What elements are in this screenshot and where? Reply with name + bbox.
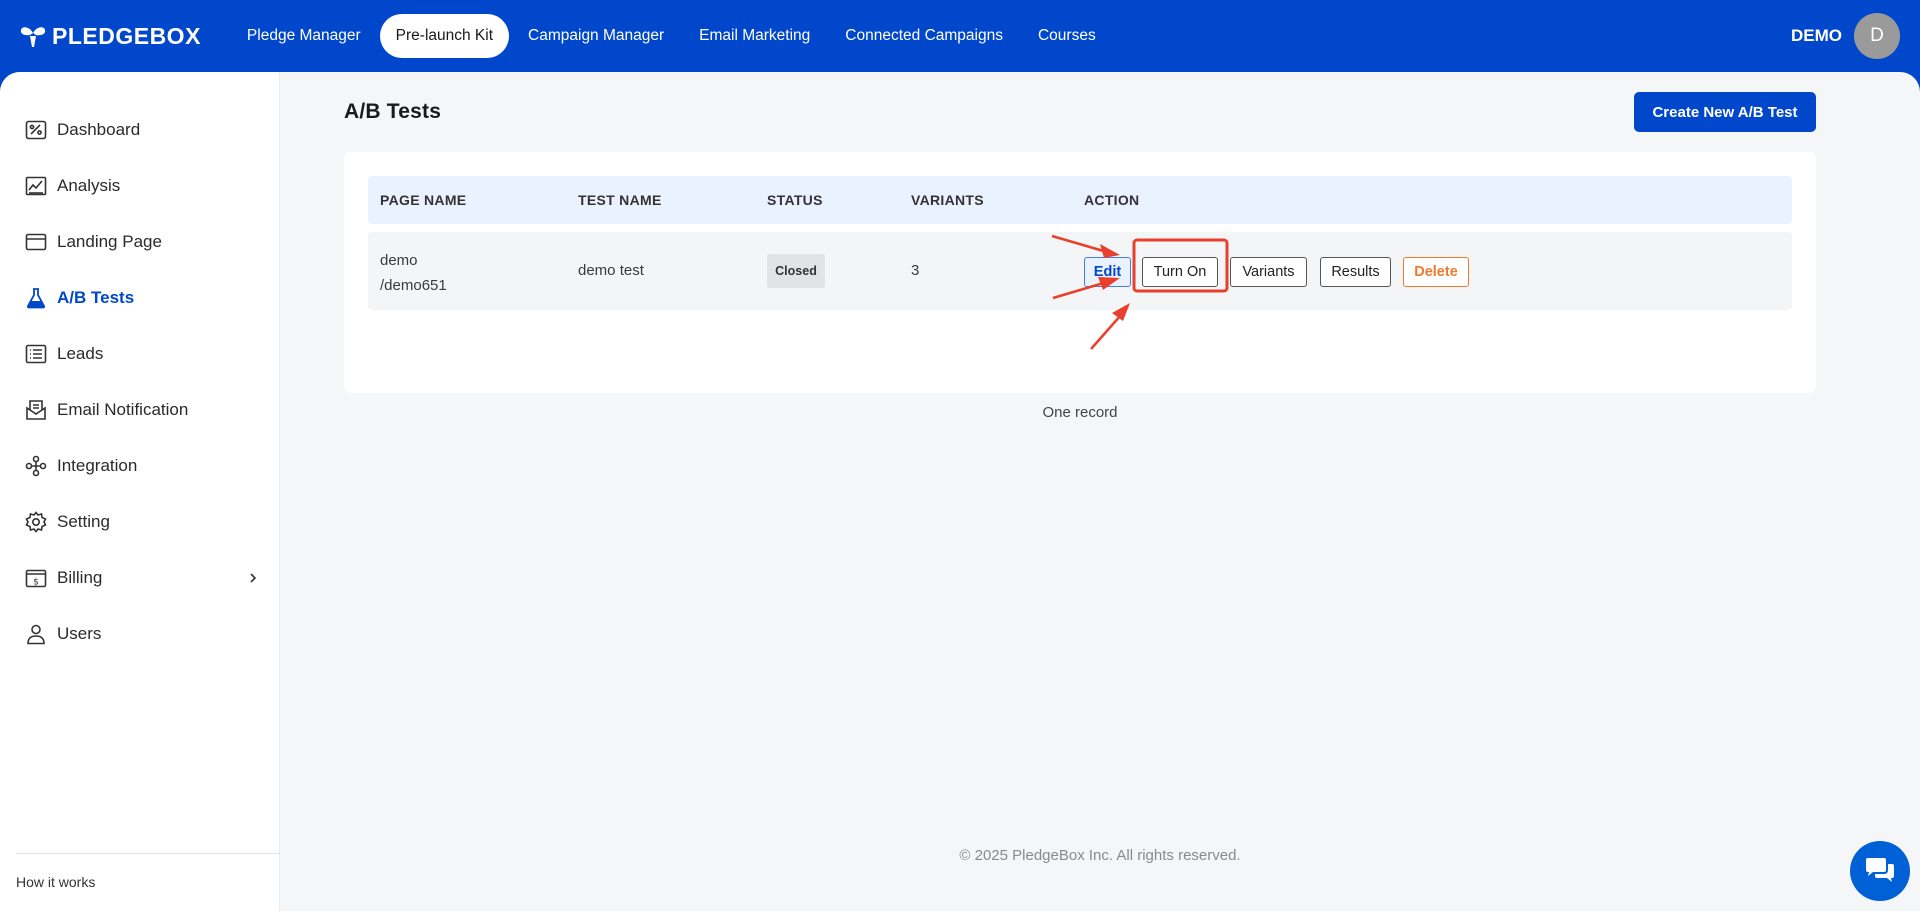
sidebar-item-label: Billing <box>57 568 103 587</box>
sidebar-item-label: Landing Page <box>57 232 162 251</box>
sidebar-item-label: Users <box>57 624 102 643</box>
landing-page-icon <box>24 230 48 254</box>
sidebar-item-dashboard[interactable]: Dashboard <box>24 115 264 145</box>
how-it-works-link[interactable]: How it works <box>16 874 95 890</box>
results-button[interactable]: Results <box>1320 257 1391 287</box>
page-title: A/B Tests <box>344 100 442 123</box>
sidebar-item-label: Integration <box>57 456 138 475</box>
sidebar-item-label: Email Notification <box>57 400 189 419</box>
page-name-line: demo <box>380 252 418 269</box>
email-notification-icon <box>24 398 48 422</box>
nav-connected-campaigns[interactable]: Connected Campaigns <box>829 14 1019 58</box>
sidebar-item-setting[interactable]: Setting <box>24 507 264 537</box>
sidebar-item-users[interactable]: Users <box>24 619 264 649</box>
dashboard-icon <box>24 118 48 142</box>
content-panel: Dashboard Analysis Landing Page A/B Test… <box>0 72 1920 911</box>
gear-icon <box>24 510 48 534</box>
sidebar-item-label: Setting <box>57 512 110 531</box>
delete-button[interactable]: Delete <box>1403 257 1469 287</box>
page-name-cell: demo /demo651 <box>380 248 447 298</box>
table-header: PAGE NAME TEST NAME STATUS VARIANTS ACTI… <box>368 176 1792 224</box>
ab-tests-card: PAGE NAME TEST NAME STATUS VARIANTS ACTI… <box>344 152 1816 421</box>
column-header-status: STATUS <box>767 192 823 208</box>
brand-logo[interactable]: PLEDGEBOX <box>20 23 201 50</box>
chat-button[interactable] <box>1850 841 1910 901</box>
column-header-test-name: TEST NAME <box>578 192 662 208</box>
sidebar: Dashboard Analysis Landing Page A/B Test… <box>0 72 280 911</box>
record-count: One record <box>1042 404 1118 421</box>
billing-icon: $ <box>24 566 48 590</box>
column-header-action: ACTION <box>1084 192 1140 208</box>
sidebar-item-label: Analysis <box>57 176 121 195</box>
sidebar-item-label: Dashboard <box>57 120 141 139</box>
sidebar-item-label: Leads <box>57 344 104 363</box>
avatar[interactable]: D <box>1854 13 1900 59</box>
nav-email-marketing[interactable]: Email Marketing <box>683 14 826 58</box>
leads-icon <box>24 342 48 366</box>
page-path-line: /demo651 <box>380 277 447 294</box>
chat-icon <box>1866 858 1894 882</box>
sidebar-item-billing[interactable]: $ Billing <box>24 563 264 593</box>
variants-count-cell: 3 <box>911 262 920 279</box>
top-bar: PLEDGEBOX Pledge Manager Pre-launch Kit … <box>0 0 1920 72</box>
turn-on-button[interactable]: Turn On <box>1142 257 1218 287</box>
sidebar-item-ab-tests[interactable]: A/B Tests <box>24 283 264 313</box>
sidebar-item-label: A/B Tests <box>57 288 135 307</box>
sidebar-item-integration[interactable]: Integration <box>24 451 264 481</box>
test-name-cell: demo test <box>578 262 644 279</box>
nav-pledge-manager[interactable]: Pledge Manager <box>231 14 377 58</box>
flask-icon <box>24 286 48 310</box>
sidebar-item-analysis[interactable]: Analysis <box>24 171 264 201</box>
chevron-right-icon <box>248 570 258 590</box>
sidebar-item-landing-page[interactable]: Landing Page <box>24 227 264 257</box>
pledgebox-logo-icon <box>20 27 46 47</box>
user-menu[interactable]: DEMO D <box>1791 13 1900 59</box>
user-name: DEMO <box>1791 26 1842 45</box>
footer-copyright: © 2025 PledgeBox Inc. All rights reserve… <box>959 847 1241 864</box>
integration-icon <box>24 454 48 478</box>
table-row: demo /demo651 demo test Closed 3 Edit Tu… <box>368 232 1792 310</box>
sidebar-item-email-notification[interactable]: Email Notification <box>24 395 264 425</box>
status-badge: Closed <box>767 254 825 288</box>
column-header-page-name: PAGE NAME <box>380 192 467 208</box>
nav-courses[interactable]: Courses <box>1022 14 1112 58</box>
svg-text:$: $ <box>33 578 39 588</box>
variants-button[interactable]: Variants <box>1230 257 1307 287</box>
column-header-variants: VARIANTS <box>911 192 984 208</box>
edit-button[interactable]: Edit <box>1084 257 1131 287</box>
brand-name: PLEDGEBOX <box>52 22 201 49</box>
sidebar-divider <box>16 853 280 854</box>
main-nav: Pledge Manager Pre-launch Kit Campaign M… <box>231 14 1115 58</box>
user-icon <box>24 622 48 646</box>
nav-pre-launch-kit[interactable]: Pre-launch Kit <box>379 14 510 58</box>
nav-campaign-manager[interactable]: Campaign Manager <box>512 14 680 58</box>
create-ab-test-button[interactable]: Create New A/B Test <box>1634 92 1816 132</box>
analysis-icon <box>24 174 48 198</box>
sidebar-item-leads[interactable]: Leads <box>24 339 264 369</box>
